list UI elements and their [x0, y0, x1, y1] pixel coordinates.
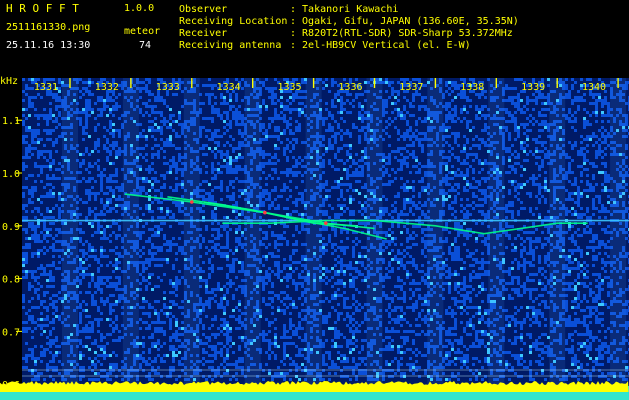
minute-band — [610, 78, 627, 400]
spectrogram: kHz 1331 1332 1333 1334 1335 1336 1337 1338 1339 1… — [0, 0, 629, 400]
x-tick-label: 1335 — [278, 82, 302, 93]
x-tick-label: 1338 — [460, 82, 484, 93]
y-tick-label: 0.8 — [2, 275, 20, 286]
antenna-value: : 2el-HB9CV Vertical (el. E-W) — [290, 40, 471, 51]
minute-band — [244, 78, 261, 400]
noise-floor-bottom — [0, 392, 629, 400]
minute-band — [488, 78, 505, 400]
location-value: : Ogaki, Gifu, JAPAN (136.60E, 35.35N) — [290, 16, 519, 27]
receiver-label: Receiver — [179, 28, 228, 39]
x-tick-label: 1334 — [217, 82, 241, 93]
receiver-value: : R820T2(RTL-SDR) SDR-Sharp 53.372MHz — [290, 28, 513, 39]
x-tick-label: 1332 — [95, 82, 119, 93]
trace-core — [190, 200, 194, 204]
filename: 2511161330.png — [6, 22, 91, 33]
y-unit-label: kHz — [0, 76, 18, 87]
minute-band — [366, 78, 383, 400]
y-tick-label: 1.0 — [2, 169, 20, 180]
observer-value: : Takanori Kawachi — [290, 4, 399, 15]
location-label: Receiving Location — [179, 16, 288, 27]
hrofft-window: kHz 1331 1332 1333 1334 1335 1336 1337 1338 1339 1… — [0, 0, 629, 400]
y-tick-label: 0.9 — [2, 222, 20, 233]
trace-core — [323, 221, 328, 225]
app-name: H R O F F T — [6, 2, 79, 15]
event-label: meteor — [124, 26, 161, 37]
observer-label: Observer — [179, 4, 228, 15]
minute-band — [549, 78, 566, 400]
x-tick-label: 1339 — [521, 82, 545, 93]
x-tick-label: 1333 — [156, 82, 180, 93]
x-tick-label: 1337 — [399, 82, 423, 93]
x-tick-label: 1340 — [582, 82, 606, 93]
minute-band — [122, 78, 139, 400]
minute-band — [427, 78, 444, 400]
event-count: 74 — [139, 40, 152, 51]
minute-band — [183, 78, 200, 400]
trace-core — [263, 210, 267, 215]
app-version: 1.0.0 — [124, 3, 155, 14]
noise-field — [22, 78, 629, 400]
minute-band — [305, 78, 322, 400]
antenna-label: Receiving antenna — [179, 40, 282, 51]
datetime: 25.11.16 13:30 — [6, 40, 91, 51]
minute-band — [62, 78, 78, 400]
y-tick-label: 0.6 — [2, 380, 20, 391]
y-tick-label: 0.7 — [2, 327, 20, 338]
x-tick-label: 1336 — [338, 82, 362, 93]
y-tick-label: 1.1 — [2, 116, 20, 127]
x-tick-label: 1331 — [34, 82, 58, 93]
